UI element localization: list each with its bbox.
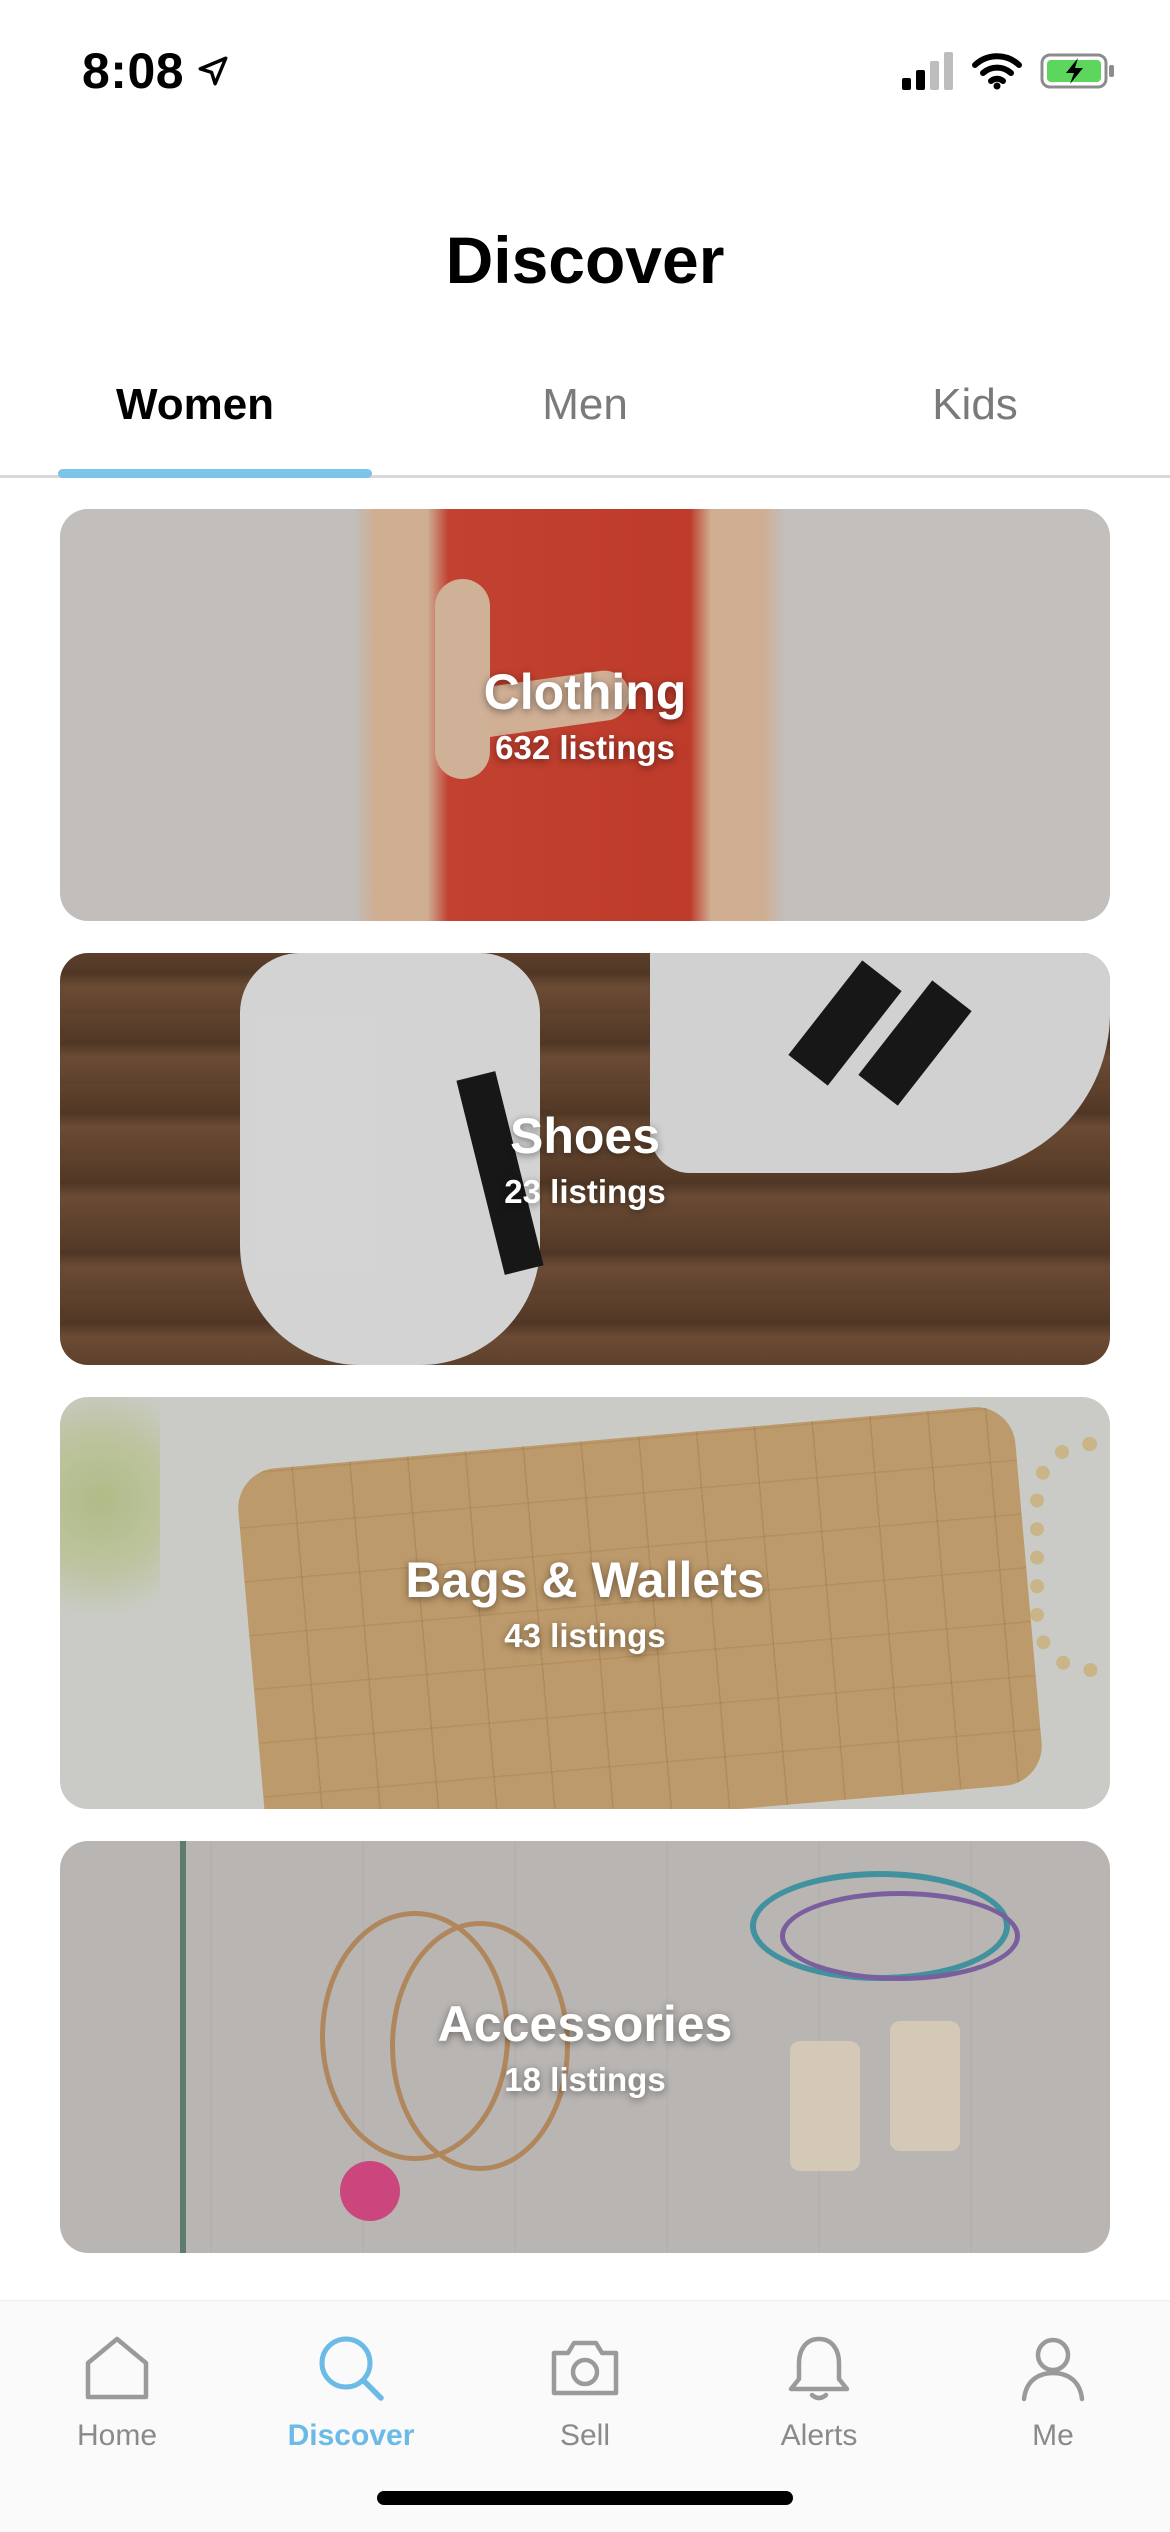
category-count: 23 listings bbox=[504, 1173, 666, 1210]
home-icon bbox=[85, 2336, 149, 2400]
bell-icon bbox=[788, 2336, 850, 2401]
nav-discover-label: Discover bbox=[287, 2419, 415, 2452]
camera-icon bbox=[551, 2340, 619, 2396]
nav-sell-label: Sell bbox=[559, 2419, 611, 2452]
gender-tabs: Women Men Kids bbox=[0, 360, 1170, 478]
tab-women[interactable]: Women bbox=[30, 380, 360, 430]
nav-home-label: Home bbox=[76, 2419, 158, 2452]
tab-active-indicator bbox=[58, 469, 372, 478]
home-indicator bbox=[377, 2491, 793, 2505]
nav-discover[interactable]: Discover bbox=[234, 2331, 468, 2453]
category-card-shoes[interactable]: Shoes 23 listings bbox=[60, 953, 1110, 1365]
nav-me[interactable]: Me bbox=[936, 2331, 1170, 2453]
category-title: Bags & Wallets bbox=[405, 1552, 765, 1608]
status-bar: 8:08 bbox=[0, 0, 1170, 150]
category-title: Accessories bbox=[437, 1996, 733, 2052]
category-title: Shoes bbox=[509, 1108, 661, 1164]
tab-kids[interactable]: Kids bbox=[810, 380, 1140, 430]
category-count: 43 listings bbox=[504, 1617, 666, 1654]
page-title: Discover bbox=[445, 223, 725, 297]
card-label: Accessories 18 listings bbox=[60, 1841, 1110, 2253]
nav-home[interactable]: Home bbox=[0, 2331, 234, 2453]
status-time: 8:08 bbox=[82, 42, 230, 100]
category-card-accessories[interactable]: Accessories 18 listings bbox=[60, 1841, 1110, 2253]
cellular-signal-icon bbox=[902, 52, 953, 90]
category-title: Clothing bbox=[483, 664, 687, 720]
card-label: Clothing 632 listings bbox=[60, 509, 1110, 921]
category-card-clothing[interactable]: Clothing 632 listings bbox=[60, 509, 1110, 921]
card-label: Bags & Wallets 43 listings bbox=[60, 1397, 1110, 1809]
location-arrow-icon bbox=[198, 56, 228, 86]
nav-sell[interactable]: Sell bbox=[468, 2331, 702, 2453]
wifi-icon bbox=[972, 53, 1022, 90]
nav-alerts[interactable]: Alerts bbox=[702, 2331, 936, 2453]
nav-me-label: Me bbox=[1032, 2419, 1074, 2452]
battery-charging-icon bbox=[1040, 53, 1114, 89]
category-count: 18 listings bbox=[504, 2061, 666, 2098]
person-icon bbox=[1021, 2337, 1085, 2402]
category-count: 632 listings bbox=[495, 729, 675, 766]
status-time-text: 8:08 bbox=[82, 43, 185, 99]
status-indicators bbox=[902, 52, 1116, 90]
nav-alerts-label: Alerts bbox=[780, 2419, 858, 2452]
card-label: Shoes 23 listings bbox=[60, 953, 1110, 1365]
tab-men[interactable]: Men bbox=[420, 380, 750, 430]
search-icon bbox=[319, 2336, 384, 2401]
category-card-bags-wallets[interactable]: Bags & Wallets 43 listings bbox=[60, 1397, 1110, 1809]
